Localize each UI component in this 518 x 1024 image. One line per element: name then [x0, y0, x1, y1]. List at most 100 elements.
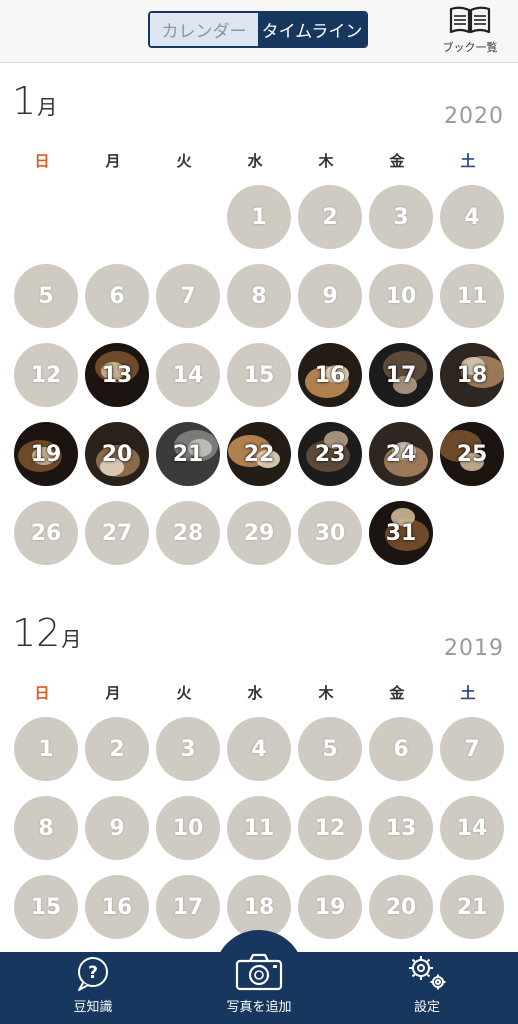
calendar-day[interactable]: 21: [440, 875, 504, 939]
day-number: 26: [30, 520, 62, 546]
calendar-day[interactable]: 14: [440, 796, 504, 860]
calendar-day[interactable]: 27: [85, 501, 149, 565]
day-number: 13: [101, 362, 133, 388]
calendar-day[interactable]: 11: [227, 796, 291, 860]
weekday-label: 金: [389, 684, 405, 702]
calendar-day[interactable]: 16: [85, 875, 149, 939]
calendar-day[interactable]: 20: [369, 875, 433, 939]
day-number: 30: [314, 520, 346, 546]
weekday-label: 木: [318, 152, 334, 170]
calendar-day-with-photo[interactable]: 24: [369, 422, 433, 486]
weekday-label: 日: [34, 152, 50, 170]
settings-button[interactable]: 設定: [372, 952, 482, 1024]
tips-button[interactable]: ? 豆知識: [38, 952, 148, 1024]
month-suffix: 月: [37, 95, 58, 119]
calendar-day[interactable]: 9: [298, 264, 362, 328]
gears-icon: [409, 956, 446, 990]
calendar-day[interactable]: 4: [227, 717, 291, 781]
day-number: 20: [101, 441, 133, 467]
calendar-day[interactable]: 1: [14, 717, 78, 781]
day-number: 5: [322, 736, 338, 762]
calendar-day[interactable]: 26: [14, 501, 78, 565]
day-number: 7: [180, 283, 196, 309]
calendar-day[interactable]: 10: [156, 796, 220, 860]
tab-timeline[interactable]: タイムライン: [258, 13, 366, 46]
calendar-day[interactable]: 2: [298, 185, 362, 249]
calendar-day[interactable]: 3: [156, 717, 220, 781]
calendar-day[interactable]: 8: [14, 796, 78, 860]
add-photo-button[interactable]: 写真を追加: [204, 952, 314, 1024]
calendar-day-with-photo[interactable]: 17: [369, 343, 433, 407]
calendar-day-with-photo[interactable]: 18: [440, 343, 504, 407]
calendar-day[interactable]: 3: [369, 185, 433, 249]
day-number: 25: [456, 441, 488, 467]
calendar-day-with-photo[interactable]: 25: [440, 422, 504, 486]
calendar-day[interactable]: 17: [156, 875, 220, 939]
calendar-day[interactable]: 2: [85, 717, 149, 781]
day-number: 10: [385, 283, 417, 309]
day-number: 18: [243, 894, 275, 920]
day-number: 5: [38, 283, 54, 309]
day-number: 6: [393, 736, 409, 762]
calendar-day[interactable]: 5: [14, 264, 78, 328]
calendar-day-with-photo[interactable]: 31: [369, 501, 433, 565]
add-photo-label: 写真を追加: [226, 1000, 292, 1015]
calendar-day[interactable]: 29: [227, 501, 291, 565]
calendar-day[interactable]: 19: [298, 875, 362, 939]
day-number: 23: [314, 441, 346, 467]
calendar-day[interactable]: 8: [227, 264, 291, 328]
weekday-label: 木: [318, 684, 334, 702]
day-number: 8: [38, 815, 54, 841]
calendar-day[interactable]: 5: [298, 717, 362, 781]
book-list-button[interactable]: ブック一覧: [436, 5, 504, 60]
calendar-day-with-photo[interactable]: 22: [227, 422, 291, 486]
calendar-day[interactable]: 10: [369, 264, 433, 328]
calendar-day-with-photo[interactable]: 21: [156, 422, 220, 486]
calendar-day[interactable]: 7: [440, 717, 504, 781]
day-number: 9: [322, 283, 338, 309]
help-icon: ?: [78, 957, 108, 991]
month-number: 1: [12, 79, 37, 123]
day-number: 12: [30, 362, 62, 388]
day-number: 28: [172, 520, 204, 546]
calendar-day[interactable]: 30: [298, 501, 362, 565]
month-number: 12: [12, 611, 61, 655]
calendar-day[interactable]: 12: [14, 343, 78, 407]
month-title: 1月: [12, 80, 57, 128]
calendar-day[interactable]: 4: [440, 185, 504, 249]
day-number: 3: [393, 204, 409, 230]
weekday-label: 火: [176, 684, 192, 702]
calendar-day-with-photo[interactable]: 20: [85, 422, 149, 486]
calendar-day[interactable]: 13: [369, 796, 433, 860]
calendar-day[interactable]: 1: [227, 185, 291, 249]
month-suffix: 月: [61, 627, 82, 651]
day-number: 16: [314, 362, 346, 388]
calendar-day[interactable]: 15: [227, 343, 291, 407]
day-number: 17: [172, 894, 204, 920]
tab-calendar[interactable]: カレンダー: [150, 13, 258, 46]
calendar-day[interactable]: 14: [156, 343, 220, 407]
day-number: 21: [456, 894, 488, 920]
calendar-day[interactable]: 6: [369, 717, 433, 781]
calendar-day[interactable]: 12: [298, 796, 362, 860]
calendar-day-with-photo[interactable]: 16: [298, 343, 362, 407]
calendar-day[interactable]: 11: [440, 264, 504, 328]
calendar-day-with-photo[interactable]: 19: [14, 422, 78, 486]
weekday-label: 月: [105, 152, 121, 170]
view-toggle: カレンダー タイムライン: [148, 11, 368, 48]
calendar-day[interactable]: 28: [156, 501, 220, 565]
calendar-day[interactable]: 7: [156, 264, 220, 328]
calendar-day[interactable]: 9: [85, 796, 149, 860]
calendar-day[interactable]: 15: [14, 875, 78, 939]
day-number: 20: [385, 894, 417, 920]
day-number: 24: [385, 441, 417, 467]
day-number: 11: [456, 283, 488, 309]
day-number: 15: [30, 894, 62, 920]
day-number: 8: [251, 283, 267, 309]
calendar-day[interactable]: 6: [85, 264, 149, 328]
day-number: 19: [314, 894, 346, 920]
day-number: 17: [385, 362, 417, 388]
calendar-day-with-photo[interactable]: 23: [298, 422, 362, 486]
day-number: 15: [243, 362, 275, 388]
calendar-day-with-photo[interactable]: 13: [85, 343, 149, 407]
